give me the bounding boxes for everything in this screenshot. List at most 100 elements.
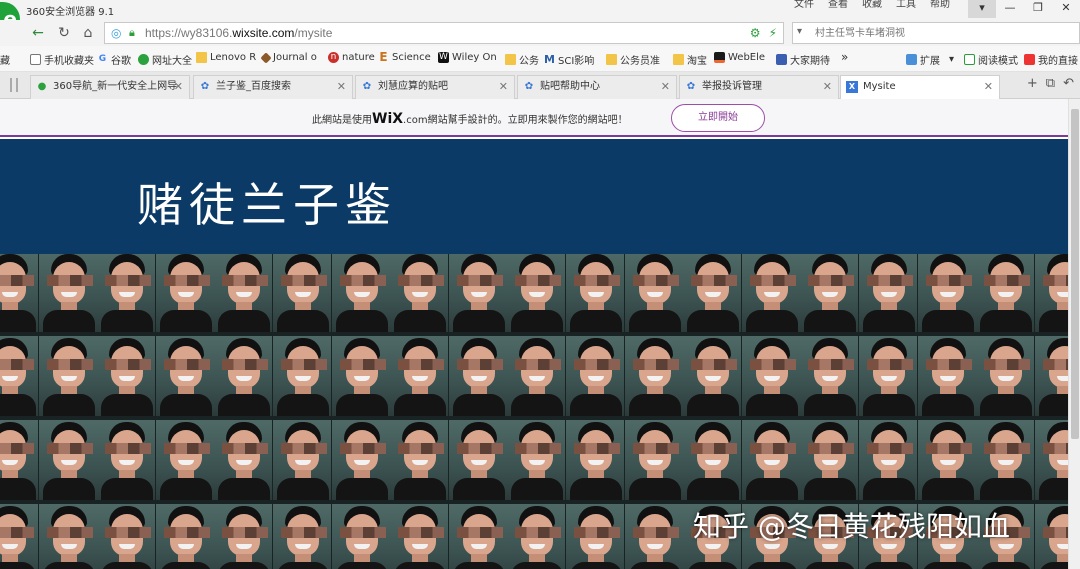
bookmark-item[interactable]: 网址大全: [138, 52, 192, 67]
tab-close-icon[interactable]: ✕: [661, 76, 670, 98]
tab-overview-icon[interactable]: ⧉: [1046, 76, 1055, 91]
bookmark-item[interactable]: 大家期待: [776, 52, 830, 67]
face-photo-tile: [97, 504, 155, 569]
bookmark-item[interactable]: 扩展 ▾: [906, 52, 954, 67]
face-photo-tile: [625, 420, 683, 500]
bookmark-item[interactable]: E Science: [378, 51, 430, 63]
minimize-icon[interactable]: —: [996, 0, 1024, 18]
face-photo-tile: [918, 420, 976, 500]
bookmark-item[interactable]: Journal o: [260, 51, 317, 64]
more-bookmarks-icon[interactable]: »: [841, 50, 848, 64]
face-photo-tile: [1035, 504, 1068, 569]
face-photo-tile: [566, 254, 624, 332]
restore-icon[interactable]: ❐: [1024, 0, 1052, 18]
baidu-paw-icon: ✿: [200, 81, 210, 92]
diamond-icon: [260, 51, 272, 64]
face-photo-tile: [273, 504, 331, 569]
home-icon[interactable]: ⌂: [78, 24, 98, 42]
webele-icon: [714, 52, 725, 63]
tab-baidu-search[interactable]: ✿ 兰子鉴_百度搜索 ✕: [193, 75, 353, 99]
face-photo-tile: [449, 254, 507, 332]
menu-file[interactable]: 文件: [794, 0, 814, 10]
tab-report-manage[interactable]: ✿ 举报投诉管理 ✕: [679, 75, 839, 99]
bookmark-item[interactable]: W Wiley On: [438, 52, 497, 63]
face-photo-tile: [0, 420, 38, 500]
face-photo-tile: [742, 420, 800, 500]
face-photo-tile: [214, 254, 272, 332]
tab-close-icon[interactable]: ✕: [499, 76, 508, 98]
bookmark-item[interactable]: 藏: [0, 52, 10, 67]
folder-icon: [606, 54, 617, 65]
site-info-icon[interactable]: ◎: [111, 26, 121, 40]
compat-mode-icon[interactable]: ⚙: [750, 26, 761, 40]
face-photo-tile: [273, 254, 331, 332]
bookmark-item[interactable]: 公务: [505, 52, 539, 67]
tab-mysite[interactable]: X Mysite ✕: [840, 75, 1000, 100]
tab-bar: ● 360导航_新一代安全上网导 ✕ ✿ 兰子鉴_百度搜索 ✕ ✿ 刘慧应算的贴…: [0, 72, 1080, 100]
folder-icon: [673, 54, 684, 65]
bookmark-item[interactable]: M SCI影响: [544, 52, 594, 67]
face-photo-tile: [800, 254, 858, 332]
wiley-icon: W: [438, 52, 449, 63]
bookmark-item[interactable]: WebEle: [714, 52, 765, 63]
face-photo-tile: [273, 420, 331, 500]
tab-list-icon[interactable]: [10, 78, 18, 92]
face-photo-tile: [332, 420, 390, 500]
face-photo-tile: [1035, 254, 1068, 332]
face-photo-tile: [742, 336, 800, 416]
url-input[interactable]: ◎ 🔒︎ https://wy83106.wixsite.com/mysite …: [104, 22, 784, 44]
face-photo-tile: [39, 504, 97, 569]
tab-close-icon[interactable]: ✕: [174, 76, 183, 98]
bookmark-item[interactable]: 公务员准: [606, 52, 660, 67]
user-menu-icon[interactable]: ▾: [968, 0, 996, 18]
face-photo-tile: [566, 504, 624, 569]
url-text: https://wy83106.wixsite.com/mysite: [145, 26, 333, 40]
face-photo-tile: [683, 420, 741, 500]
search-input[interactable]: [815, 25, 1065, 41]
start-now-button[interactable]: 立即開始: [671, 104, 765, 132]
folder-icon: [196, 52, 207, 63]
bookmark-item[interactable]: 我的直接: [1024, 52, 1078, 67]
tab-close-icon[interactable]: ✕: [823, 76, 832, 98]
close-icon[interactable]: ✕: [1052, 0, 1080, 18]
app-title: 360安全浏览器 9.1: [26, 7, 115, 18]
undo-close-icon[interactable]: ↶: [1063, 76, 1074, 91]
page-scrollbar[interactable]: [1068, 99, 1080, 569]
baidu-paw-icon: ✿: [524, 81, 534, 92]
bookmark-item[interactable]: 淘宝: [673, 52, 707, 67]
bookmark-item[interactable]: 手机收藏夹: [30, 52, 94, 67]
tab-tieba[interactable]: ✿ 刘慧应算的贴吧 ✕: [355, 75, 515, 99]
new-tab-icon[interactable]: +: [1027, 76, 1038, 91]
tab-360-nav[interactable]: ● 360导航_新一代安全上网导 ✕: [30, 75, 190, 99]
menu-tools[interactable]: 工具: [896, 0, 916, 10]
face-photo-tile: [449, 336, 507, 416]
search-box[interactable]: ▾: [792, 22, 1080, 44]
phone-icon: [30, 54, 41, 65]
face-photo-tile: [214, 504, 272, 569]
face-photo-tile: [0, 254, 38, 332]
bookmark-item[interactable]: n nature: [328, 52, 375, 63]
menu-help[interactable]: 帮助: [930, 0, 950, 10]
tab-tieba-help[interactable]: ✿ 贴吧帮助中心 ✕: [517, 75, 677, 99]
speed-mode-icon[interactable]: ⚡: [769, 26, 777, 40]
search-engine-dropdown-icon[interactable]: ▾: [797, 26, 802, 37]
menu-favorites[interactable]: 收藏: [862, 0, 882, 10]
bookmark-item[interactable]: Lenovo R: [196, 52, 256, 63]
face-photo-tile: [976, 254, 1034, 332]
bookmark-item[interactable]: 阅读模式: [964, 52, 1018, 67]
face-photo-tile: [332, 254, 390, 332]
face-photo-tile: [390, 504, 448, 569]
back-arrow-icon[interactable]: ←: [28, 24, 48, 42]
bookmark-item[interactable]: G 谷歌: [97, 52, 131, 67]
title-menu: 文件 查看 收藏 工具 帮助: [794, 0, 950, 10]
menu-view[interactable]: 查看: [828, 0, 848, 10]
scroll-thumb[interactable]: [1071, 109, 1079, 439]
google-icon: G: [98, 54, 107, 64]
refresh-icon[interactable]: ↻: [54, 24, 74, 42]
face-photo-tile: [156, 336, 214, 416]
face-photo-tile: [273, 336, 331, 416]
tab-close-icon[interactable]: ✕: [984, 76, 993, 98]
site-header: 赌徒兰子鉴: [0, 139, 1068, 254]
face-photo-tile: [507, 504, 565, 569]
tab-close-icon[interactable]: ✕: [337, 76, 346, 98]
